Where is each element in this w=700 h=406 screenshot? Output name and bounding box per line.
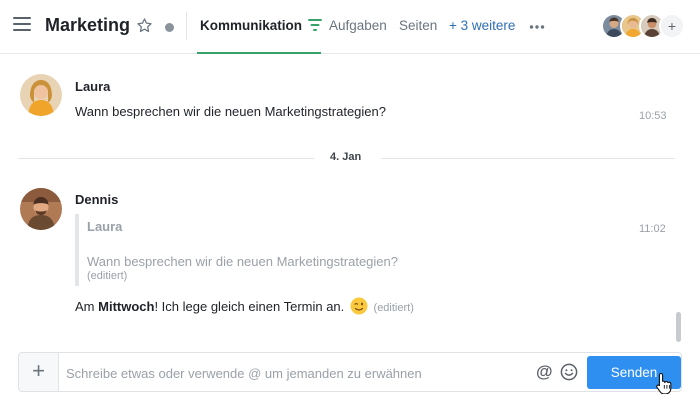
date-divider-line	[381, 158, 675, 159]
tab-seiten[interactable]: Seiten	[399, 18, 437, 33]
date-divider-line	[18, 158, 314, 159]
message-author[interactable]: Dennis	[75, 192, 118, 207]
message-timestamp: 11:02	[639, 223, 666, 235]
filter-icon[interactable]	[308, 19, 322, 31]
channel-title: Marketing	[45, 15, 131, 35]
message-text: Wann besprechen wir die neuen Marketings…	[75, 104, 386, 119]
menu-icon[interactable]	[13, 17, 31, 31]
quote-bar	[75, 214, 79, 286]
reply-text-after: ! Ich lege gleich einen Termin an.	[154, 299, 345, 314]
send-button[interactable]: Senden	[587, 356, 681, 389]
wink-emoji-icon	[350, 297, 368, 315]
status-dot-icon	[165, 23, 174, 32]
message-author[interactable]: Laura	[75, 79, 110, 94]
header-divider	[186, 12, 187, 40]
quote-author: Laura	[87, 219, 123, 234]
tab-aufgaben[interactable]: Aufgaben	[329, 18, 387, 33]
date-divider: 4. Jan	[330, 151, 362, 163]
emoji-picker-icon[interactable]	[560, 363, 578, 381]
reply-text-before: Am	[75, 299, 99, 314]
reply-text-bold: Mittwoch	[98, 299, 155, 314]
avatar[interactable]	[20, 74, 62, 116]
attach-plus-button[interactable]: +	[19, 353, 59, 391]
avatar[interactable]	[20, 188, 62, 230]
message-timestamp: 10:53	[639, 110, 667, 122]
quote-text: Wann besprechen wir die neuen Marketings…	[87, 254, 398, 269]
scrollbar-thumb[interactable]	[676, 312, 681, 342]
mention-at-icon[interactable]: @	[536, 362, 553, 382]
message-text: Am Mittwoch! Ich lege gleich einen Termi…	[75, 297, 414, 315]
message-composer: + @ Senden	[18, 352, 682, 392]
message-edited-label: (editiert)	[373, 302, 414, 314]
channel-header: Marketing Kommunikation Aufgaben Seiten …	[0, 0, 700, 54]
quote-edited-label: (editiert)	[87, 270, 128, 282]
active-tab-indicator	[197, 52, 321, 54]
star-icon[interactable]	[136, 17, 153, 34]
tab-kommunikation[interactable]: Kommunikation	[200, 18, 302, 33]
more-options-icon[interactable]	[529, 19, 545, 35]
add-member-button[interactable]: +	[659, 13, 685, 39]
message-input[interactable]	[66, 362, 526, 384]
tab-more-link[interactable]: + 3 weitere	[449, 18, 515, 33]
